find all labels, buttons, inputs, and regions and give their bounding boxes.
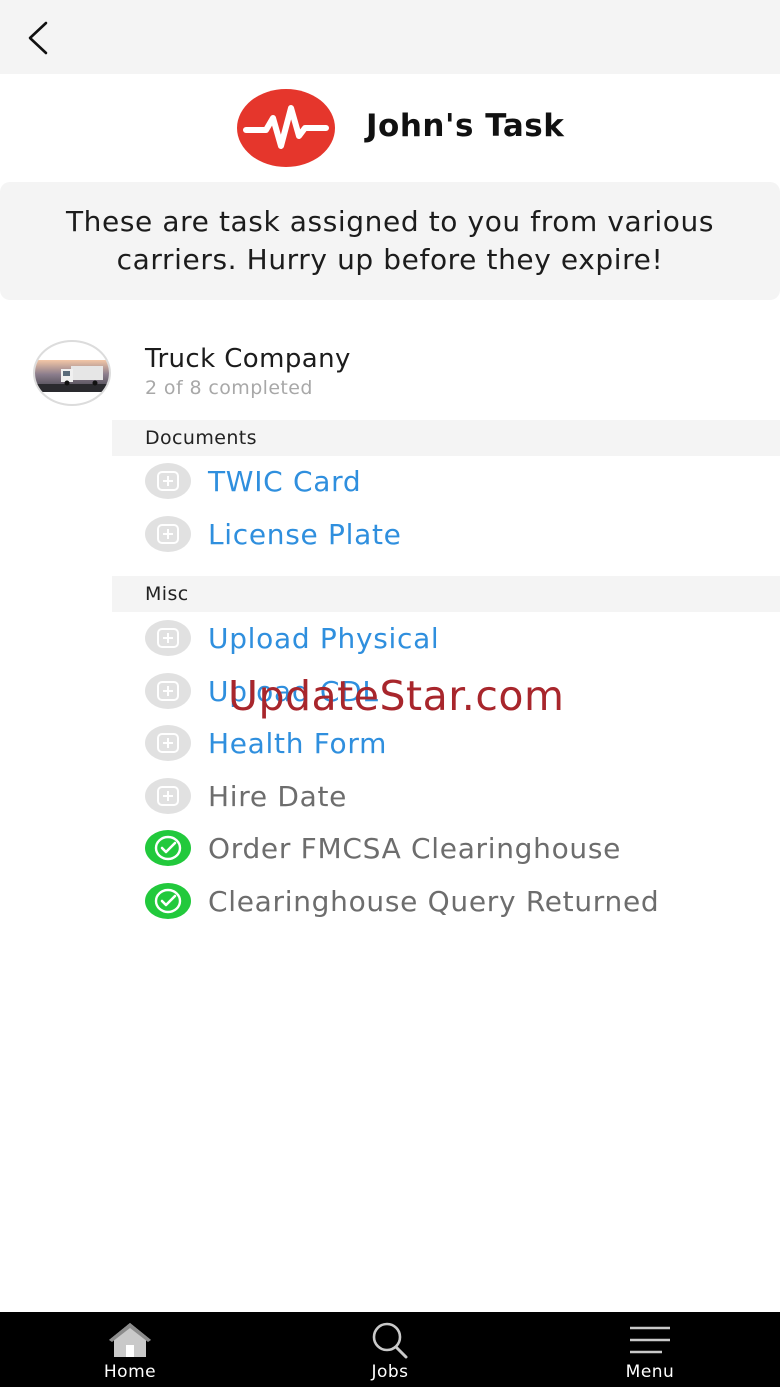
add-icon <box>145 516 191 552</box>
tab-home-label: Home <box>103 1362 157 1382</box>
task-label: Clearinghouse Query Returned <box>208 884 660 918</box>
completion-count: 2 of 8 completed <box>145 377 313 399</box>
tab-jobs[interactable]: Jobs <box>260 1312 520 1387</box>
section-documents: Documents <box>112 420 780 456</box>
task-label: Upload Physical <box>208 621 440 655</box>
task-hire-date[interactable]: Hire Date <box>144 774 347 818</box>
check-circle-icon <box>145 830 191 866</box>
check-circle-icon <box>145 883 191 919</box>
task-label: TWIC Card <box>208 464 362 498</box>
info-banner-text: These are task assigned to you from vari… <box>65 205 715 276</box>
company-avatar <box>33 340 111 406</box>
task-license-plate[interactable]: License Plate <box>144 512 402 556</box>
task-label: Order FMCSA Clearinghouse <box>208 831 622 865</box>
search-icon <box>372 1322 408 1359</box>
company-header: Truck Company 2 of 8 completed <box>0 300 780 418</box>
truck-photo-icon <box>35 360 109 392</box>
task-twic-card[interactable]: TWIC Card <box>144 459 361 503</box>
task-label: License Plate <box>208 517 402 551</box>
back-button[interactable] <box>18 18 58 58</box>
page-header: John's Task <box>0 74 780 182</box>
task-clearinghouse-query-returned[interactable]: Clearinghouse Query Returned <box>144 879 659 923</box>
add-icon <box>145 463 191 499</box>
section-misc: Misc <box>112 576 780 612</box>
add-icon <box>145 778 191 814</box>
top-bar <box>0 0 780 74</box>
task-label: Hire Date <box>208 779 348 813</box>
menu-icon <box>630 1326 670 1354</box>
tab-jobs-label: Jobs <box>371 1362 409 1382</box>
task-order-fmcsa-clearinghouse[interactable]: Order FMCSA Clearinghouse <box>144 826 621 870</box>
tab-menu-label: Menu <box>625 1362 675 1382</box>
watermark: UpdateStar.com <box>228 672 565 720</box>
task-upload-physical[interactable]: Upload Physical <box>144 616 439 660</box>
info-banner: These are task assigned to you from vari… <box>0 182 780 300</box>
task-label: Health Form <box>208 726 388 760</box>
company-name: Truck Company <box>145 344 351 374</box>
bottom-tab-bar: Home Jobs Menu <box>0 1312 780 1387</box>
home-icon <box>109 1323 151 1357</box>
chevron-left-icon <box>28 21 48 55</box>
task-health-form[interactable]: Health Form <box>144 721 387 765</box>
heartbeat-logo-icon <box>237 89 335 167</box>
tab-menu[interactable]: Menu <box>520 1312 780 1387</box>
add-icon <box>145 620 191 656</box>
add-icon <box>145 673 191 709</box>
page-title: John's Task <box>366 108 565 144</box>
tab-home[interactable]: Home <box>0 1312 260 1387</box>
add-icon <box>145 725 191 761</box>
